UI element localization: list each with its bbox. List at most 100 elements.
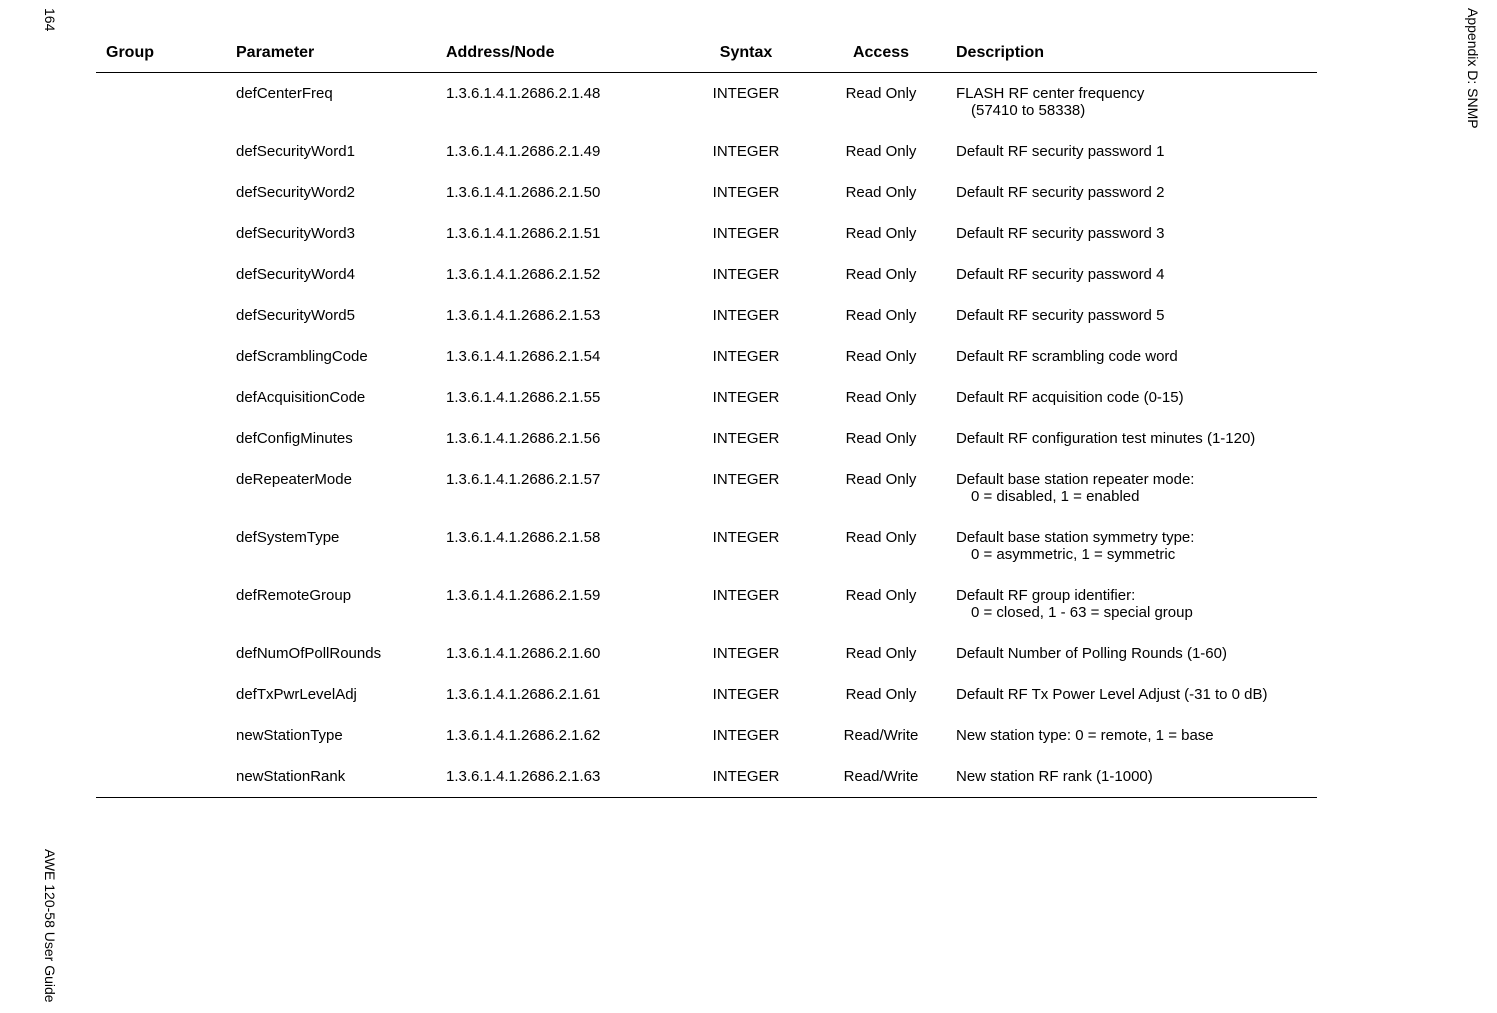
desc-line2: (57410 to 58338) — [956, 102, 1307, 119]
cell-syntax: INTEGER — [676, 295, 816, 336]
desc-line1: Default RF security password 5 — [956, 307, 1164, 324]
table-row: defSecurityWord21.3.6.1.4.1.2686.2.1.50I… — [96, 172, 1317, 213]
cell-access: Read Only — [816, 131, 946, 172]
cell-parameter: defNumOfPollRounds — [226, 633, 436, 674]
cell-parameter: defSecurityWord4 — [226, 254, 436, 295]
cell-syntax: INTEGER — [676, 213, 816, 254]
cell-parameter: newStationRank — [226, 756, 436, 798]
cell-address: 1.3.6.1.4.1.2686.2.1.52 — [436, 254, 676, 295]
cell-description: Default base station symmetry type:0 = a… — [946, 517, 1317, 575]
cell-access: Read Only — [816, 295, 946, 336]
cell-syntax: INTEGER — [676, 377, 816, 418]
cell-description: Default RF scrambling code word — [946, 336, 1317, 377]
cell-address: 1.3.6.1.4.1.2686.2.1.60 — [436, 633, 676, 674]
col-syntax: Syntax — [676, 44, 816, 73]
cell-group — [96, 756, 226, 798]
cell-syntax: INTEGER — [676, 73, 816, 132]
table-row: newStationType1.3.6.1.4.1.2686.2.1.62INT… — [96, 715, 1317, 756]
table-row: defCenterFreq1.3.6.1.4.1.2686.2.1.48INTE… — [96, 73, 1317, 132]
page-number: 164 — [42, 8, 58, 31]
table-row: defSecurityWord51.3.6.1.4.1.2686.2.1.53I… — [96, 295, 1317, 336]
cell-description: New station RF rank (1-1000) — [946, 756, 1317, 798]
cell-parameter: defSecurityWord1 — [226, 131, 436, 172]
cell-access: Read Only — [816, 213, 946, 254]
table-row: defSecurityWord11.3.6.1.4.1.2686.2.1.49I… — [96, 131, 1317, 172]
cell-parameter: defSecurityWord3 — [226, 213, 436, 254]
cell-address: 1.3.6.1.4.1.2686.2.1.63 — [436, 756, 676, 798]
cell-group — [96, 254, 226, 295]
cell-access: Read/Write — [816, 756, 946, 798]
cell-parameter: defTxPwrLevelAdj — [226, 674, 436, 715]
cell-address: 1.3.6.1.4.1.2686.2.1.53 — [436, 295, 676, 336]
cell-syntax: INTEGER — [676, 517, 816, 575]
col-description: Description — [946, 44, 1317, 73]
cell-group — [96, 172, 226, 213]
cell-syntax: INTEGER — [676, 715, 816, 756]
cell-access: Read Only — [816, 254, 946, 295]
desc-line1: Default RF security password 1 — [956, 143, 1164, 160]
cell-parameter: defScramblingCode — [226, 336, 436, 377]
desc-line1: Default RF configuration test minutes (1… — [956, 430, 1255, 447]
cell-address: 1.3.6.1.4.1.2686.2.1.59 — [436, 575, 676, 633]
cell-group — [96, 517, 226, 575]
cell-group — [96, 73, 226, 132]
cell-group — [96, 336, 226, 377]
cell-description: Default RF Tx Power Level Adjust (-31 to… — [946, 674, 1317, 715]
cell-parameter: defAcquisitionCode — [226, 377, 436, 418]
table-row: defNumOfPollRounds1.3.6.1.4.1.2686.2.1.6… — [96, 633, 1317, 674]
desc-line1: New station RF rank (1-1000) — [956, 768, 1153, 785]
table-row: defScramblingCode1.3.6.1.4.1.2686.2.1.54… — [96, 336, 1317, 377]
desc-line1: New station type: 0 = remote, 1 = base — [956, 727, 1214, 744]
cell-access: Read Only — [816, 336, 946, 377]
cell-group — [96, 575, 226, 633]
desc-line1: Default RF Tx Power Level Adjust (-31 to… — [956, 686, 1268, 703]
cell-address: 1.3.6.1.4.1.2686.2.1.58 — [436, 517, 676, 575]
cell-syntax: INTEGER — [676, 633, 816, 674]
footer-guide: AWE 120-58 User Guide — [42, 849, 58, 1003]
cell-description: FLASH RF center frequency(57410 to 58338… — [946, 73, 1317, 132]
snmp-table: Group Parameter Address/Node Syntax Acce… — [96, 44, 1317, 798]
cell-parameter: defRemoteGroup — [226, 575, 436, 633]
table-header-row: Group Parameter Address/Node Syntax Acce… — [96, 44, 1317, 73]
cell-group — [96, 459, 226, 517]
desc-line2: 0 = asymmetric, 1 = symmetric — [956, 546, 1307, 563]
cell-syntax: INTEGER — [676, 336, 816, 377]
desc-line1: Default base station repeater mode: — [956, 471, 1194, 488]
col-address: Address/Node — [436, 44, 676, 73]
appendix-header: Appendix D: SNMP — [1465, 8, 1481, 129]
cell-address: 1.3.6.1.4.1.2686.2.1.62 — [436, 715, 676, 756]
table-row: defConfigMinutes1.3.6.1.4.1.2686.2.1.56I… — [96, 418, 1317, 459]
cell-syntax: INTEGER — [676, 418, 816, 459]
cell-syntax: INTEGER — [676, 575, 816, 633]
cell-access: Read Only — [816, 172, 946, 213]
table-body: defCenterFreq1.3.6.1.4.1.2686.2.1.48INTE… — [96, 73, 1317, 798]
desc-line2: 0 = disabled, 1 = enabled — [956, 488, 1307, 505]
cell-group — [96, 213, 226, 254]
desc-line1: Default RF security password 2 — [956, 184, 1164, 201]
cell-description: Default RF group identifier:0 = closed, … — [946, 575, 1317, 633]
cell-description: New station type: 0 = remote, 1 = base — [946, 715, 1317, 756]
table-row: defTxPwrLevelAdj1.3.6.1.4.1.2686.2.1.61I… — [96, 674, 1317, 715]
cell-description: Default RF security password 5 — [946, 295, 1317, 336]
table-container: Group Parameter Address/Node Syntax Acce… — [96, 44, 1317, 798]
cell-group — [96, 131, 226, 172]
cell-description: Default RF security password 2 — [946, 172, 1317, 213]
col-parameter: Parameter — [226, 44, 436, 73]
cell-syntax: INTEGER — [676, 172, 816, 213]
cell-access: Read Only — [816, 575, 946, 633]
col-access: Access — [816, 44, 946, 73]
table-row: defAcquisitionCode1.3.6.1.4.1.2686.2.1.5… — [96, 377, 1317, 418]
cell-address: 1.3.6.1.4.1.2686.2.1.49 — [436, 131, 676, 172]
cell-access: Read Only — [816, 377, 946, 418]
desc-line1: Default RF acquisition code (0-15) — [956, 389, 1184, 406]
col-group: Group — [96, 44, 226, 73]
desc-line1: FLASH RF center frequency — [956, 85, 1144, 102]
cell-address: 1.3.6.1.4.1.2686.2.1.51 — [436, 213, 676, 254]
cell-address: 1.3.6.1.4.1.2686.2.1.57 — [436, 459, 676, 517]
desc-line1: Default RF scrambling code word — [956, 348, 1178, 365]
cell-description: Default RF acquisition code (0-15) — [946, 377, 1317, 418]
table-row: defRemoteGroup1.3.6.1.4.1.2686.2.1.59INT… — [96, 575, 1317, 633]
cell-access: Read Only — [816, 73, 946, 132]
cell-parameter: defConfigMinutes — [226, 418, 436, 459]
desc-line1: Default base station symmetry type: — [956, 529, 1194, 546]
